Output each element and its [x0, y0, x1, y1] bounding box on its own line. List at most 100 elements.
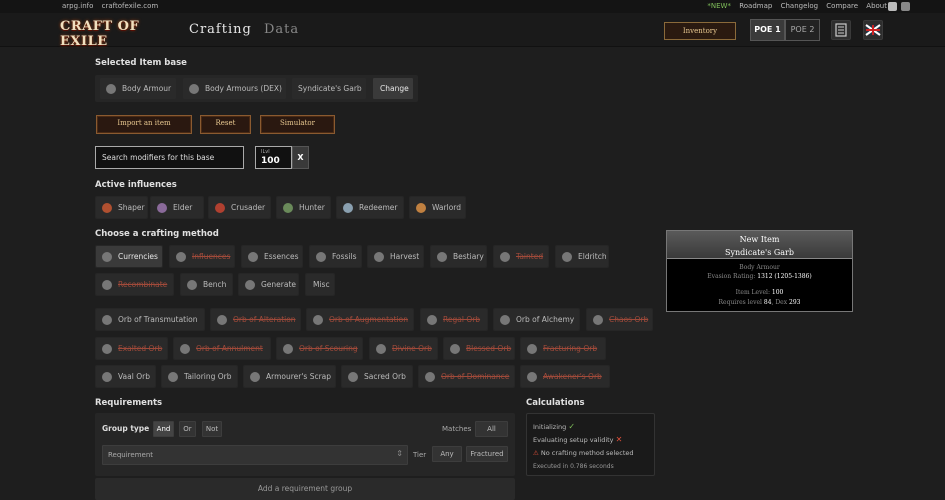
option-warlord[interactable]: Warlord	[409, 196, 466, 219]
flag-uk-icon[interactable]	[863, 20, 883, 40]
option-bestiary[interactable]: Bestiary	[430, 245, 487, 268]
option-vaal-orb[interactable]: Vaal Orb	[95, 365, 156, 388]
option-bench[interactable]: Bench	[180, 273, 233, 296]
poe1-toggle[interactable]: POE 1	[750, 19, 785, 41]
simulator-button[interactable]: Simulator	[260, 115, 335, 134]
calculations-title: Calculations	[526, 398, 585, 408]
link-arpg[interactable]: arpg.info	[62, 2, 93, 10]
crusader-icon	[215, 203, 225, 213]
option-divine-orb[interactable]: Divine Orb	[369, 337, 438, 360]
option-currencies[interactable]: Currencies	[95, 245, 163, 268]
option-hunter[interactable]: Hunter	[276, 196, 331, 219]
option-tainted[interactable]: Tainted	[493, 245, 549, 268]
vaal-orb-icon	[102, 372, 112, 382]
requirement-group: Group type And Or Not Matches All Requir…	[95, 413, 515, 476]
option-essences[interactable]: Essences	[241, 245, 303, 268]
chaos-orb-icon	[593, 315, 603, 325]
orb-of-dominance-icon	[425, 372, 435, 382]
option-fracturing-orb[interactable]: Fracturing Orb	[520, 337, 606, 360]
option-shaper[interactable]: Shaper	[95, 196, 148, 219]
option-misc[interactable]: Misc	[305, 273, 335, 296]
option-tailoring-orb[interactable]: Tailoring Orb	[161, 365, 238, 388]
calculator-icon[interactable]	[831, 20, 851, 40]
requirement-select[interactable]: Requirement ⇕	[102, 445, 408, 465]
option-chaos-orb[interactable]: Chaos Orb	[586, 308, 653, 331]
option-crusader[interactable]: Crusader	[208, 196, 271, 219]
option-influences[interactable]: Influences	[169, 245, 235, 268]
sort-icon: ⇕	[396, 449, 403, 458]
option-redeemer[interactable]: Redeemer	[336, 196, 404, 219]
option-eldritch[interactable]: Eldritch	[555, 245, 609, 268]
option-orb-of-dominance[interactable]: Orb of Dominance	[418, 365, 515, 388]
option-orb-of-transmutation[interactable]: Orb of Transmutation	[95, 308, 205, 331]
crumb-body-armour[interactable]: Body Armour	[99, 77, 177, 100]
link-roadmap[interactable]: Roadmap	[739, 2, 772, 10]
recombinate-icon	[102, 280, 112, 290]
clear-button[interactable]: X	[292, 146, 309, 169]
link-about[interactable]: About	[866, 2, 887, 10]
option-exalted-orb[interactable]: Exalted Orb	[95, 337, 168, 360]
group-type-not[interactable]: Not	[202, 421, 222, 437]
option-sacred-orb[interactable]: Sacred Orb	[341, 365, 413, 388]
crumb-syndicates-garb[interactable]: Syndicate's Garb	[291, 77, 367, 100]
armour-icon	[106, 84, 116, 94]
item-name-line1: New Item	[739, 235, 780, 244]
exalted-orb-icon	[102, 344, 112, 354]
option-recombinate[interactable]: Recombinate	[95, 273, 174, 296]
requirements-title: Requirements	[95, 398, 163, 408]
option-orb-of-alchemy[interactable]: Orb of Alchemy	[493, 308, 580, 331]
fractured-button[interactable]: Fractured	[466, 446, 508, 462]
add-requirement-group-button[interactable]: Add a requirement group	[95, 478, 515, 500]
group-type-and[interactable]: And	[153, 421, 174, 437]
warning-icon: ⚠	[533, 449, 539, 457]
poe2-toggle[interactable]: POE 2	[785, 19, 820, 41]
patreon-icon[interactable]	[901, 2, 910, 11]
option-blessed-orb[interactable]: Blessed Orb	[443, 337, 515, 360]
option-orb-of-annulment[interactable]: Orb of Annulment	[173, 337, 271, 360]
tainted-icon	[500, 252, 510, 262]
option-awakener-s-orb[interactable]: Awakener's Orb	[520, 365, 610, 388]
ilvl-label: ILvl	[261, 149, 270, 155]
crumb-body-armours-dex[interactable]: Body Armours (DEX)	[182, 77, 287, 100]
option-orb-of-scouring[interactable]: Orb of Scouring	[276, 337, 363, 360]
orb-of-augmentation-icon	[313, 315, 323, 325]
item-level-input[interactable]: ILvl 100	[255, 146, 292, 169]
option-armourer-s-scrap[interactable]: Armourer's Scrap	[243, 365, 336, 388]
group-type-or[interactable]: Or	[179, 421, 196, 437]
dex-icon	[189, 84, 199, 94]
item-preview-header: New Item Syndicate's Garb	[667, 231, 852, 259]
option-orb-of-augmentation[interactable]: Orb of Augmentation	[306, 308, 414, 331]
header: CRAFT OF EXILE Crafting Data Inventory P…	[0, 13, 945, 49]
influences-icon	[176, 252, 186, 262]
option-fossils[interactable]: Fossils	[309, 245, 362, 268]
reset-button[interactable]: Reset	[200, 115, 251, 134]
calc-initializing: Initializing ✓	[533, 422, 576, 431]
option-harvest[interactable]: Harvest	[367, 245, 424, 268]
discord-icon[interactable]	[888, 2, 897, 11]
orb-of-scouring-icon	[283, 344, 293, 354]
option-elder[interactable]: Elder	[150, 196, 204, 219]
search-modifiers-input[interactable]: Search modifiers for this base	[95, 146, 244, 169]
option-orb-of-alteration[interactable]: Orb of Alteration	[210, 308, 301, 331]
matches-all-button[interactable]: All	[475, 421, 508, 437]
check-icon: ✓	[568, 422, 576, 431]
inventory-button[interactable]: Inventory	[664, 22, 736, 40]
cross-icon: ✕	[615, 435, 623, 444]
top-bar: arpg.info craftofexile.com *NEW* Roadmap…	[0, 0, 945, 13]
link-changelog[interactable]: Changelog	[781, 2, 818, 10]
option-generate[interactable]: Generate	[238, 273, 299, 296]
fossils-icon	[316, 252, 326, 262]
regal-orb-icon	[427, 315, 437, 325]
link-craftofexile[interactable]: craftofexile.com	[102, 2, 159, 10]
nav-crafting[interactable]: Crafting	[189, 22, 252, 37]
link-compare[interactable]: Compare	[826, 2, 858, 10]
nav-data[interactable]: Data	[264, 22, 299, 37]
logo[interactable]: CRAFT OF EXILE	[60, 19, 180, 49]
warlord-icon	[416, 203, 426, 213]
fracturing-orb-icon	[527, 344, 537, 354]
harvest-icon	[374, 252, 384, 262]
option-regal-orb[interactable]: Regal Orb	[420, 308, 488, 331]
change-base-button[interactable]: Change	[372, 77, 414, 100]
tier-any-button[interactable]: Any	[432, 446, 462, 462]
import-item-button[interactable]: Import an item	[96, 115, 192, 134]
